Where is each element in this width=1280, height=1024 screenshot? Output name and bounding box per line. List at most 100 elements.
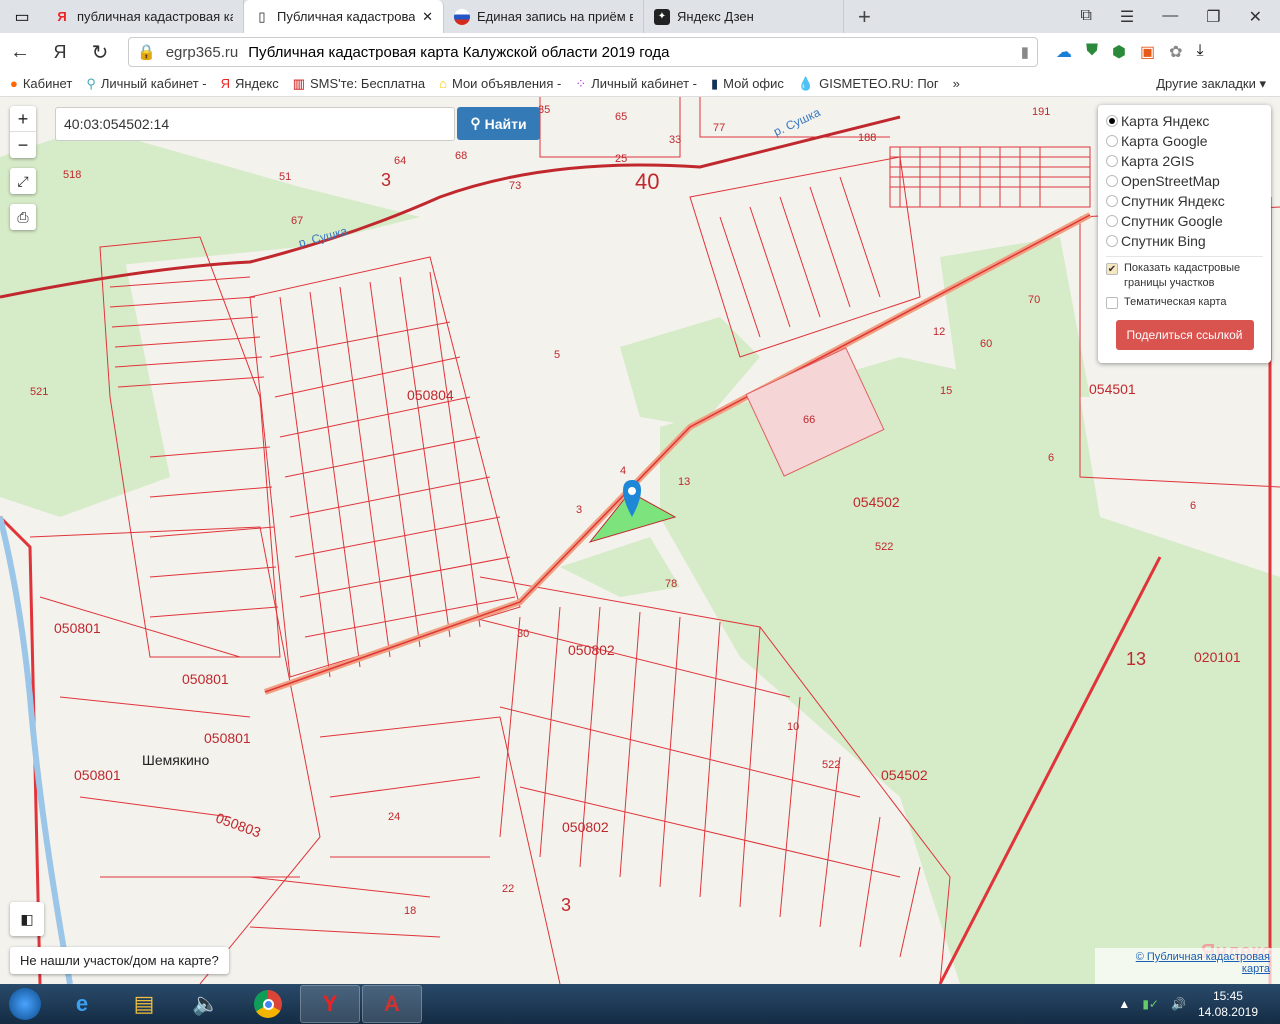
office-icon[interactable]: ▣ bbox=[1140, 42, 1155, 62]
zoom-out-button[interactable]: − bbox=[10, 132, 36, 158]
bookmark-item[interactable]: ▥ SMS'те: Бесплатна bbox=[293, 76, 425, 92]
access-icon[interactable]: A bbox=[362, 985, 422, 1023]
explorer-icon[interactable]: ▤ bbox=[114, 985, 174, 1023]
radio[interactable] bbox=[1106, 155, 1118, 167]
tab-3[interactable]: ✦ Яндекс Дзен bbox=[644, 0, 844, 33]
other-bookmarks-button[interactable]: Другие закладки ▾ bbox=[1156, 76, 1280, 92]
map-canvas bbox=[0, 97, 1280, 984]
radio-checked[interactable] bbox=[1106, 115, 1118, 127]
layer-option[interactable]: Спутник Яндекс bbox=[1106, 191, 1263, 211]
map-label: 70 bbox=[1028, 294, 1041, 306]
media-icon[interactable]: 🔈 bbox=[176, 985, 236, 1023]
shield-extension-icon[interactable]: ⛊ bbox=[1086, 42, 1098, 62]
layer-option[interactable]: Карта Яндекс bbox=[1106, 111, 1263, 131]
tab-2[interactable]: Единая запись на приём в bbox=[444, 0, 644, 33]
search-icon: ⚲ bbox=[470, 115, 481, 131]
close-window-icon[interactable]: ✕ bbox=[1249, 7, 1262, 27]
bookmark-item[interactable]: 💧 GISMETEO.RU: Пог bbox=[798, 76, 939, 92]
more-bookmarks-button[interactable]: » bbox=[953, 76, 960, 91]
radio[interactable] bbox=[1106, 195, 1118, 207]
village-label: Шемякино bbox=[142, 752, 210, 768]
show-borders-checkbox[interactable]: ✔ Показать кадастровые границы участков bbox=[1106, 261, 1263, 291]
radio[interactable] bbox=[1106, 175, 1118, 187]
map-label: 13 bbox=[678, 476, 691, 488]
menu-icon[interactable]: ☰ bbox=[1120, 7, 1134, 27]
layer-option[interactable]: Спутник Bing bbox=[1106, 231, 1263, 251]
close-tab-icon[interactable]: ✕ bbox=[422, 9, 433, 25]
checkbox-label: Тематическая карта bbox=[1124, 296, 1227, 308]
map-label: 521 bbox=[30, 386, 49, 398]
forest-area bbox=[940, 237, 1090, 397]
layer-label: OpenStreetMap bbox=[1121, 173, 1220, 189]
tray-expand-icon[interactable]: ▲ bbox=[1118, 997, 1130, 1011]
fullscreen-icon[interactable]: ⤢ bbox=[10, 168, 36, 194]
volume-icon[interactable]: 🔊 bbox=[1171, 997, 1186, 1011]
radio[interactable] bbox=[1106, 135, 1118, 147]
yandex-home-icon[interactable]: Я bbox=[40, 42, 80, 63]
ruler-icon[interactable]: ◧ bbox=[10, 902, 44, 936]
clock[interactable]: 15:45 14.08.2019 bbox=[1198, 988, 1258, 1020]
bookmark-item[interactable]: Я Яндекс bbox=[221, 76, 279, 91]
map-label: 5 bbox=[554, 349, 561, 361]
reload-icon[interactable]: ↻ bbox=[80, 40, 120, 65]
bookmark-manager-icon[interactable]: ⧉ bbox=[1080, 7, 1091, 27]
map-label: 30 bbox=[517, 628, 530, 640]
map-label: 12 bbox=[933, 326, 946, 338]
extension-gray-icon[interactable]: ✿ bbox=[1169, 42, 1182, 62]
minimize-icon[interactable]: — bbox=[1162, 7, 1178, 27]
new-tab-button[interactable]: + bbox=[844, 4, 871, 30]
map-label: 65 bbox=[615, 111, 628, 123]
layer-label: Спутник Google bbox=[1121, 213, 1223, 229]
thematic-map-checkbox[interactable]: Тематическая карта bbox=[1106, 295, 1263, 310]
bookmark-label: Мои объявления - bbox=[451, 76, 562, 91]
tab-0[interactable]: Япубличная кадастровая ка bbox=[44, 0, 244, 33]
bookmark-item[interactable]: ⌂ Мои объявления - bbox=[439, 76, 561, 91]
find-button[interactable]: ⚲ Найти bbox=[457, 107, 540, 140]
back-icon[interactable]: ← bbox=[0, 41, 40, 64]
bookmark-item[interactable]: ● Кабинет bbox=[10, 76, 72, 91]
layer-option[interactable]: Спутник Google bbox=[1106, 211, 1263, 231]
print-icon[interactable]: ⎙ bbox=[10, 204, 36, 230]
address-bar-row: ← Я ↻ 🔒 egrp365.ru Публичная кадастровая… bbox=[0, 33, 1280, 71]
checkbox-checked[interactable]: ✔ bbox=[1106, 263, 1118, 275]
start-button[interactable] bbox=[0, 985, 50, 1023]
network-icon[interactable]: ▮✓ bbox=[1142, 997, 1159, 1011]
map-label: 10 bbox=[787, 721, 800, 733]
map-label: 64 bbox=[394, 155, 407, 167]
yandex-icon: Я bbox=[220, 76, 230, 91]
tab-1[interactable]: ▯ Публичная кадастровая ✕ bbox=[244, 0, 444, 33]
radio[interactable] bbox=[1106, 215, 1118, 227]
not-found-button[interactable]: Не нашли участок/дом на карте? bbox=[10, 947, 229, 974]
bookmark-item[interactable]: ⚲ Личный кабинет - bbox=[86, 76, 206, 92]
layer-label: Спутник Яндекс bbox=[1121, 193, 1225, 209]
bookmark-star-icon[interactable]: ▮ bbox=[1021, 43, 1029, 61]
layer-option[interactable]: OpenStreetMap bbox=[1106, 171, 1263, 191]
cadastral-map[interactable]: 050804 054502 050802 054501 050801 05080… bbox=[0, 97, 1280, 984]
radio[interactable] bbox=[1106, 235, 1118, 247]
checkbox[interactable] bbox=[1106, 297, 1118, 309]
cloud-icon[interactable]: ☁ bbox=[1056, 42, 1072, 62]
windows-logo-icon bbox=[9, 988, 41, 1020]
chrome-icon[interactable] bbox=[238, 985, 298, 1023]
extension-icon[interactable]: ⬢ bbox=[1112, 42, 1126, 62]
download-icon[interactable]: ⤓ bbox=[1197, 42, 1204, 62]
url-field[interactable]: 🔒 egrp365.ru Публичная кадастровая карта… bbox=[128, 37, 1038, 67]
map-label: 6 bbox=[1048, 452, 1055, 464]
map-label: 60 bbox=[980, 338, 993, 350]
restore-icon[interactable]: ❐ bbox=[1206, 7, 1220, 27]
layer-panel: Карта Яндекс Карта Google Карта 2GIS Ope… bbox=[1098, 105, 1271, 363]
copyright-link[interactable]: © Публичная кадастровая карта bbox=[1136, 951, 1270, 975]
ie-icon[interactable]: e bbox=[52, 985, 112, 1023]
share-link-button[interactable]: Поделиться ссылкой bbox=[1115, 320, 1254, 350]
zoom-in-button[interactable]: + bbox=[10, 106, 36, 132]
find-label: Найти bbox=[484, 115, 527, 132]
bookmark-item[interactable]: ▮ Мой офис bbox=[711, 76, 784, 92]
map-label: 191 bbox=[1032, 106, 1051, 118]
sidebar-toggle-icon[interactable]: ▭ bbox=[0, 9, 44, 26]
layer-option[interactable]: Карта Google bbox=[1106, 131, 1263, 151]
layer-label: Карта Яндекс bbox=[1121, 113, 1210, 129]
yandex-browser-taskbar-icon[interactable]: Y bbox=[300, 985, 360, 1023]
bookmark-item[interactable]: ⁘ Личный кабинет - bbox=[575, 76, 697, 92]
layer-option[interactable]: Карта 2GIS bbox=[1106, 151, 1263, 171]
cadastral-search-input[interactable]: 40:03:054502:14 bbox=[55, 107, 455, 141]
